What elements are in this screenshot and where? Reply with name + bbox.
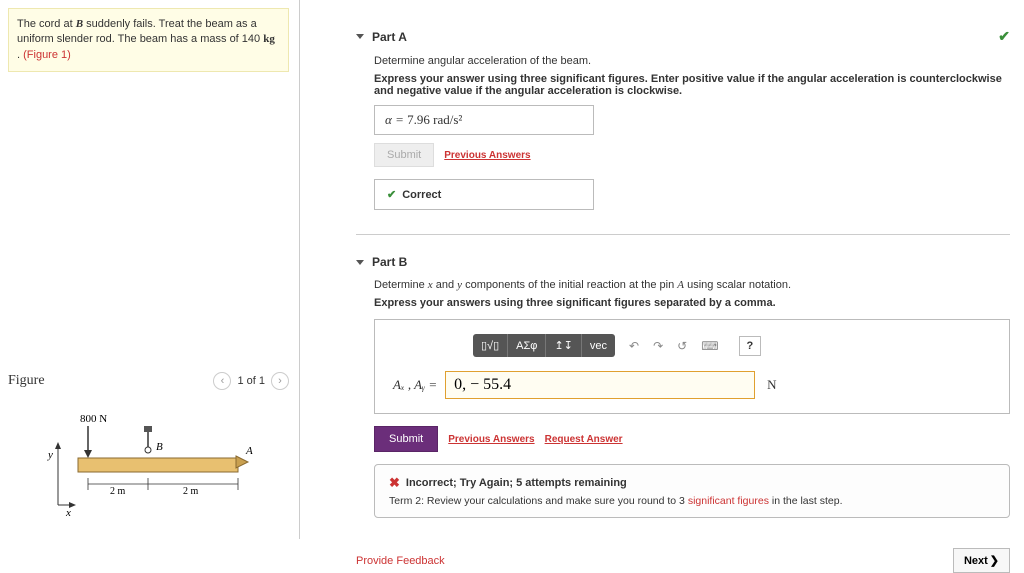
provide-feedback-link[interactable]: Provide Feedback [356,555,445,567]
part-a-prompt: Determine angular acceleration of the be… [374,55,1010,67]
part-b-answer-area: ▯√▯ ΑΣφ ↥↧ vec ↶ ↷ ↺ ⌨ ? Aₓ , Aᵧ = [374,319,1010,414]
reset-icon[interactable]: ↺ [677,339,687,353]
equation-toolbar[interactable]: ▯√▯ ΑΣφ ↥↧ vec [473,334,615,357]
figure-label: Figure [8,373,45,389]
svg-text:y: y [47,449,53,461]
force-label: 800 N [80,413,107,425]
part-a-submit-button: Submit [374,143,434,167]
keyboard-icon[interactable]: ⌨ [701,339,718,353]
figure-pager-text: 1 of 1 [237,375,265,387]
svg-text:2 m: 2 m [110,486,126,497]
part-b-hint: Express your answers using three signifi… [374,297,1010,309]
chevron-down-icon [356,260,364,265]
check-icon: ✔ [998,28,1010,45]
templates-button[interactable]: ▯√▯ [473,334,508,357]
figure-next-button[interactable]: › [271,372,289,390]
part-b-previous-answers-link[interactable]: Previous Answers [448,434,534,445]
figure-prev-button[interactable]: ‹ [213,372,231,390]
redo-icon[interactable]: ↷ [653,339,663,353]
part-a-answer-display: α = 7.96 rad/s² [374,105,594,135]
svg-text:x: x [65,507,71,519]
part-b-prompt: Determine x and y components of the init… [374,279,1010,291]
part-b-answer-input[interactable] [445,371,755,399]
part-b-header[interactable]: Part B [356,255,1010,269]
figure-diagram: 800 N B A y x 2 [8,410,289,523]
greek-button[interactable]: ΑΣφ [508,334,546,357]
part-b-title: Part B [372,255,407,269]
svg-text:2 m: 2 m [183,486,199,497]
part-b-unit: N [767,377,776,393]
vec-button[interactable]: vec [582,334,615,357]
figure-link[interactable]: (Figure 1) [23,49,71,61]
part-a-previous-answers-link[interactable]: Previous Answers [444,150,530,161]
x-icon: ✖ [389,475,400,491]
svg-text:A: A [245,445,253,457]
next-button[interactable]: Next❯ [953,548,1010,573]
part-b-feedback-box: ✖ Incorrect; Try Again; 5 attempts remai… [374,464,1010,518]
part-a-hint: Express your answer using three signific… [374,73,1010,97]
check-icon: ✔ [387,188,396,201]
part-a-correct-box: ✔ Correct [374,179,594,210]
chevron-right-icon: ❯ [990,554,999,567]
help-button[interactable]: ? [739,336,762,356]
part-b-eq-label: Aₓ , Aᵧ = [393,377,437,393]
part-b-request-answer-link[interactable]: Request Answer [545,434,623,445]
svg-text:B: B [156,441,163,453]
part-a-header[interactable]: Part A ✔ [356,28,1010,45]
part-b-submit-button[interactable]: Submit [374,426,438,452]
arrows-button[interactable]: ↥↧ [546,334,581,357]
part-a-title: Part A [372,30,407,44]
problem-statement: The cord at B suddenly fails. Treat the … [8,8,289,72]
undo-icon[interactable]: ↶ [629,339,639,353]
chevron-down-icon [356,34,364,39]
